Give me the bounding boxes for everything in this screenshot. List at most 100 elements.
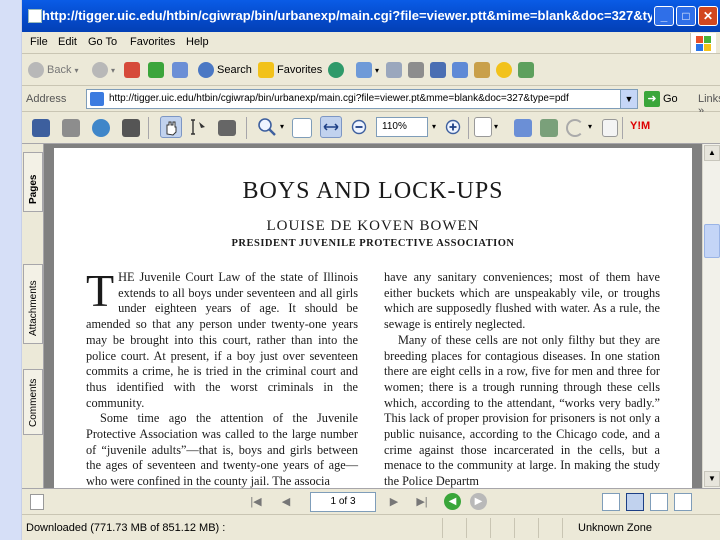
address-input[interactable]: http://tigger.uic.edu/htbin/cgiwrap/bin/… [86, 89, 638, 109]
menu-help[interactable]: Help [186, 36, 209, 48]
extra-tool-button[interactable] [518, 60, 534, 80]
toolbar-separator [246, 117, 247, 139]
zoom-dropdown-chevron-icon[interactable]: ▾ [432, 122, 436, 131]
paragraph: Many of these cells are not only filthy … [384, 332, 660, 488]
zoom-in-tool-button[interactable] [256, 116, 278, 138]
pages-icon[interactable] [602, 119, 618, 137]
go-back-view-icon[interactable]: ◀ [444, 493, 461, 510]
continuous-layout-icon[interactable] [626, 493, 644, 511]
tab-pages[interactable]: Pages [23, 152, 43, 212]
mail-button[interactable] [386, 60, 402, 80]
discuss-button[interactable] [452, 60, 468, 80]
tab-comments[interactable]: Comments [23, 369, 43, 435]
tab-attachments[interactable]: Attachments [23, 264, 43, 344]
edit-button[interactable] [430, 60, 446, 80]
window-titlebar[interactable]: http://tigger.uic.edu/htbin/cgiwrap/bin/… [22, 0, 720, 32]
rotate-view-icon[interactable] [474, 117, 492, 137]
previous-page-button[interactable]: ◀ [278, 494, 294, 510]
refresh-button[interactable] [148, 60, 164, 80]
status-divider [490, 518, 491, 538]
security-zone: Unknown Zone [578, 522, 652, 534]
continuous-facing-layout-icon[interactable] [674, 493, 692, 511]
minimize-button[interactable]: _ [654, 6, 674, 26]
zoom-level-input[interactable]: 110% [376, 117, 428, 137]
scroll-thumb[interactable] [704, 224, 720, 258]
actual-size-icon[interactable] [292, 118, 312, 138]
save-icon[interactable] [32, 119, 50, 137]
status-divider [538, 518, 539, 538]
document-properties-icon[interactable] [30, 494, 44, 510]
search-button[interactable]: Search [198, 60, 252, 80]
stop-icon [124, 62, 140, 78]
back-button[interactable]: Back ▾ [28, 60, 78, 80]
page-number-input[interactable]: 1 of 3 [310, 492, 376, 512]
vertical-scrollbar[interactable]: ▲ ▼ [702, 144, 720, 488]
snapshot-camera-icon[interactable] [218, 120, 236, 136]
zoom-value: 110% [382, 121, 407, 132]
text-column-left: T HE Juvenile Court Law of the state of I… [86, 265, 358, 489]
fit-width-icon [323, 123, 339, 131]
menu-favorites[interactable]: Favorites [130, 36, 175, 48]
status-text: Downloaded (771.73 MB of 851.12 MB) : [26, 522, 226, 534]
search-label: Search [217, 64, 252, 76]
links-label: Links [698, 93, 720, 105]
scroll-down-button[interactable]: ▼ [704, 471, 720, 487]
text-column-right: have any sanitary conveniences; most of … [384, 270, 660, 488]
hand-tool-button[interactable] [160, 116, 182, 138]
select-text-button[interactable] [188, 116, 210, 138]
facing-layout-icon[interactable] [650, 493, 668, 511]
tab-attachments-label: Attachments [28, 280, 39, 336]
go-button[interactable]: ➜ Go [644, 91, 678, 107]
print-pdf-icon[interactable] [62, 119, 80, 137]
chevron-down-icon: ▾ [111, 65, 116, 75]
sign-icon[interactable] [540, 119, 558, 137]
email-globe-icon[interactable] [92, 119, 110, 137]
undo-icon[interactable] [566, 119, 584, 137]
tool-icon [518, 62, 534, 78]
maximize-button[interactable]: □ [676, 6, 696, 26]
last-page-button[interactable]: ▶| [414, 494, 430, 510]
menu-edit[interactable]: Edit [58, 36, 77, 48]
first-page-button[interactable]: |◀ [248, 494, 264, 510]
chevron-down-icon[interactable]: ▾ [494, 122, 498, 131]
single-page-layout-icon[interactable] [602, 493, 620, 511]
zoom-out-button[interactable] [348, 116, 370, 138]
favorites-label: Favorites [277, 64, 323, 76]
menu-file[interactable]: File [30, 36, 48, 48]
zoom-in-button[interactable] [442, 116, 464, 138]
home-button[interactable] [172, 60, 188, 80]
go-forward-view-icon[interactable]: ▶ [470, 493, 487, 510]
chevron-down-icon[interactable]: ▾ [588, 122, 592, 131]
plus-circle-icon [445, 119, 461, 135]
pdf-viewer[interactable]: BOYS AND LOCK-UPS LOUISE DE KOVEN BOWEN … [44, 144, 702, 488]
refresh-icon [148, 62, 164, 78]
scroll-up-button[interactable]: ▲ [704, 145, 720, 161]
menu-goto[interactable]: Go To [88, 36, 117, 48]
messenger-button[interactable] [496, 60, 512, 80]
history-button[interactable]: ▾ [356, 60, 379, 80]
stop-button[interactable] [124, 60, 140, 80]
address-dropdown-button[interactable]: ▼ [620, 90, 637, 108]
star-icon [258, 62, 274, 78]
forward-button[interactable]: ▾ [92, 60, 115, 80]
media-button[interactable] [328, 60, 344, 80]
smiley-icon [496, 62, 512, 78]
drop-cap: T [86, 265, 115, 316]
hand-icon [166, 121, 177, 136]
binoculars-icon[interactable] [122, 119, 140, 137]
fit-width-button[interactable] [320, 116, 342, 138]
research-button[interactable] [474, 60, 490, 80]
minus-circle-icon [351, 119, 367, 135]
address-label: Address [26, 93, 67, 105]
close-button[interactable]: ✕ [698, 6, 718, 26]
chevron-down-icon[interactable]: ▾ [280, 122, 284, 131]
search-icon [198, 62, 214, 78]
yahoo-messenger-button[interactable]: Y!M [630, 120, 650, 132]
review-icon[interactable] [514, 119, 532, 137]
discuss-icon [452, 62, 468, 78]
favorites-button[interactable]: Favorites [258, 60, 322, 80]
print-button[interactable] [408, 60, 424, 80]
forward-arrow-icon [92, 62, 108, 78]
next-page-button[interactable]: ▶ [386, 494, 402, 510]
back-arrow-icon [28, 62, 44, 78]
